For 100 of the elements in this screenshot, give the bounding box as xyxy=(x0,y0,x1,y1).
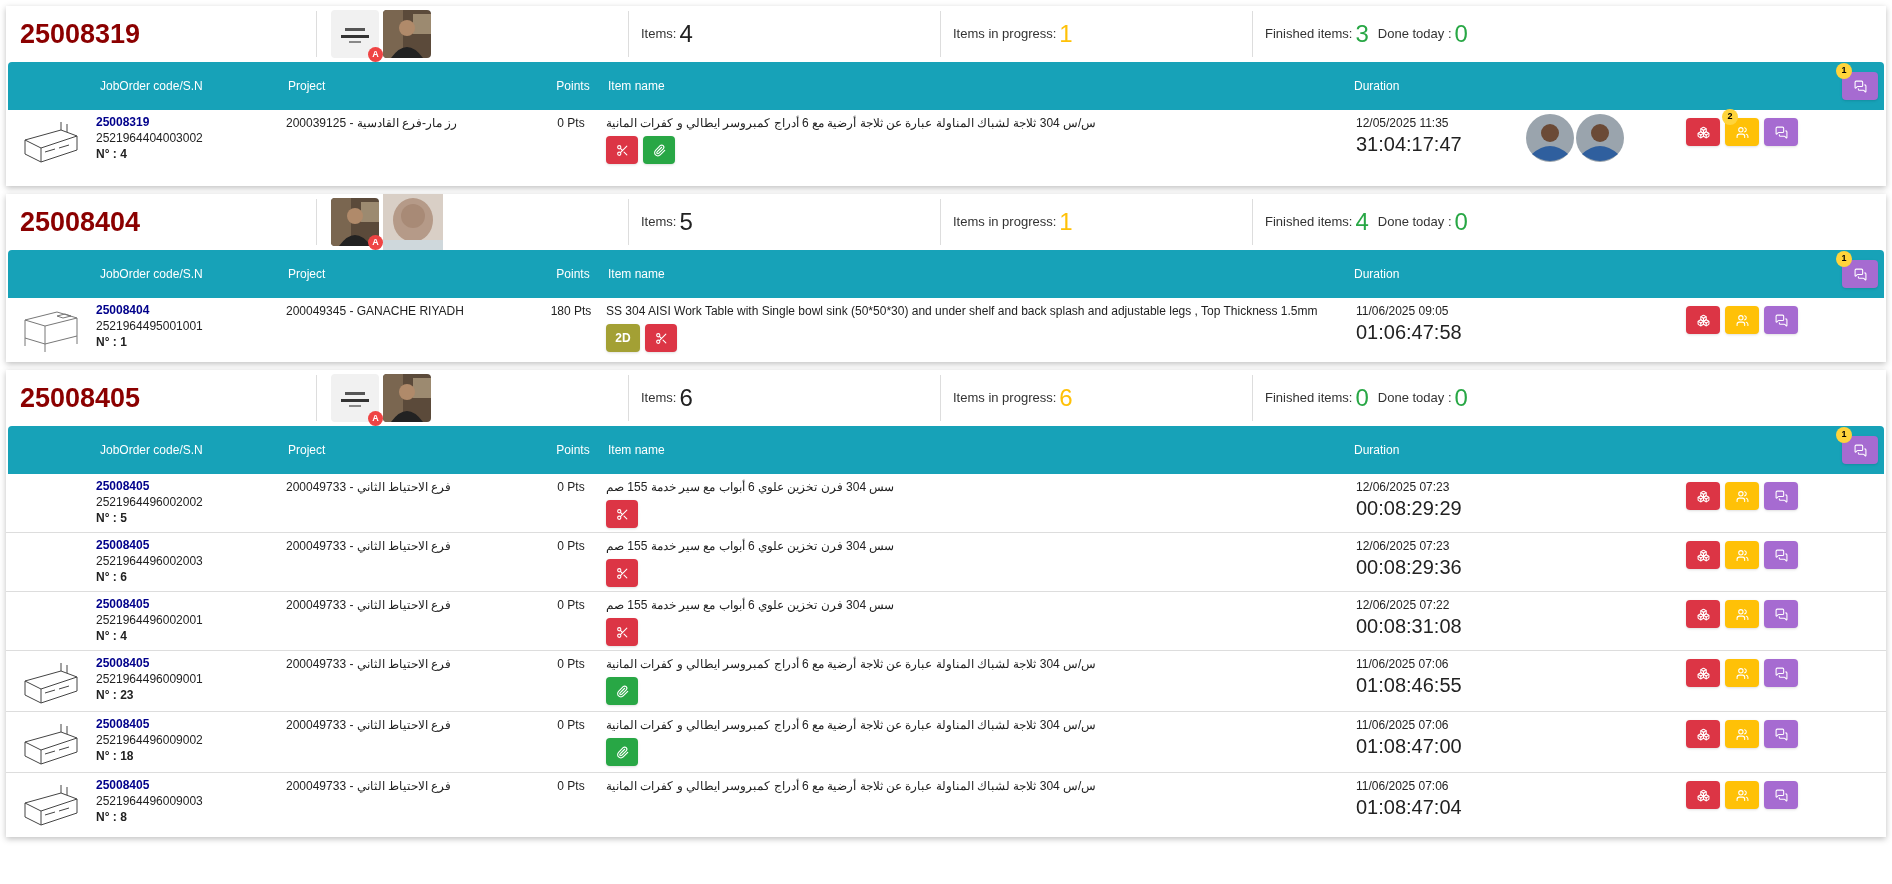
project-name: 200049345 - GANACHE RIYADH xyxy=(286,303,465,320)
cut-button[interactable] xyxy=(606,559,638,587)
points: 0 Pts xyxy=(556,115,586,132)
duration: 01:08:47:00 xyxy=(1356,734,1463,758)
job-code: 25008404 xyxy=(19,205,142,239)
status-badge: A xyxy=(368,47,383,62)
users-icon xyxy=(1735,727,1749,741)
items-count: 4 xyxy=(679,19,693,49)
count-badge: 1 xyxy=(1836,427,1852,443)
serial-number: 2521964404003002 xyxy=(96,130,204,146)
item-name: سس 304 فرن تخزين علوي 6 أبواب مع سير خدمة 155 صم xyxy=(606,479,896,496)
assign-button[interactable] xyxy=(1686,659,1720,687)
today-count: 0 xyxy=(1454,207,1468,237)
serial-number: 2521964496009001 xyxy=(96,671,204,687)
column-header: Duration xyxy=(1354,266,1401,283)
scissors-icon xyxy=(615,625,629,639)
chat-button[interactable] xyxy=(1764,541,1798,569)
points: 0 Pts xyxy=(556,778,586,795)
finished-count: 3 xyxy=(1355,19,1369,49)
duration: 00:08:29:36 xyxy=(1356,555,1463,579)
cut-button[interactable] xyxy=(645,324,677,352)
item-number: N° : 23 xyxy=(96,687,135,703)
today-label: Done today : xyxy=(1377,213,1452,232)
chat-button[interactable] xyxy=(1764,482,1798,510)
users-icon xyxy=(1735,489,1749,503)
cut-button[interactable] xyxy=(606,136,638,164)
job-order-link[interactable]: 25008404 xyxy=(96,302,286,318)
job-order-link[interactable]: 25008405 xyxy=(96,537,286,553)
today-count: 0 xyxy=(1454,19,1468,49)
assign-button[interactable] xyxy=(1686,600,1720,628)
item-name: سس 304 فرن تخزين علوي 6 أبواب مع سير خدمة 155 صم xyxy=(606,597,896,614)
scissors-icon xyxy=(615,507,629,521)
job-code: 25008319 xyxy=(19,17,142,51)
chat-icon xyxy=(1774,666,1788,680)
items-count: 5 xyxy=(679,207,693,237)
assign-button[interactable] xyxy=(1686,541,1720,569)
column-header: Item name xyxy=(608,78,666,95)
start-time: 12/06/2025 07:23 xyxy=(1356,479,1451,496)
progress-count: 6 xyxy=(1059,383,1073,413)
progress-count: 1 xyxy=(1059,19,1073,49)
cubes-icon xyxy=(1696,666,1710,680)
start-time: 12/06/2025 07:22 xyxy=(1356,597,1451,614)
count-badge: 2 xyxy=(1722,109,1738,125)
chat-button[interactable] xyxy=(1842,72,1878,100)
start-time: 12/06/2025 07:23 xyxy=(1356,538,1451,555)
chat-button[interactable] xyxy=(1842,260,1878,288)
serial-number: 2521964495001001 xyxy=(96,318,204,334)
points: 0 Pts xyxy=(556,717,586,734)
assign-button[interactable] xyxy=(1686,118,1720,146)
assign-button[interactable] xyxy=(1686,306,1720,334)
status-badge: A xyxy=(368,235,383,250)
cut-button[interactable] xyxy=(606,500,638,528)
status-badge: A xyxy=(368,411,383,426)
chat-button[interactable] xyxy=(1842,436,1878,464)
points: 0 Pts xyxy=(556,538,586,555)
today-count: 0 xyxy=(1454,383,1468,413)
job-order-link[interactable]: 25008405 xyxy=(96,596,286,612)
item-number: N° : 6 xyxy=(96,569,128,585)
chat-button[interactable] xyxy=(1764,659,1798,687)
assign-button[interactable] xyxy=(1686,482,1720,510)
attachment-button[interactable] xyxy=(643,136,675,164)
finished-count: 4 xyxy=(1355,207,1369,237)
progress-label: Items in progress: xyxy=(953,25,1057,44)
cut-button[interactable] xyxy=(606,618,638,646)
items-label: Items: xyxy=(641,389,677,408)
today-label: Done today : xyxy=(1377,25,1452,44)
column-header: JobOrder code/S.N xyxy=(99,266,204,283)
column-header: Duration xyxy=(1354,78,1401,95)
chat-icon xyxy=(1853,79,1867,93)
chat-button[interactable] xyxy=(1764,306,1798,334)
users-icon xyxy=(1735,125,1749,139)
job-order-link[interactable]: 25008319 xyxy=(96,114,286,130)
progress-label: Items in progress: xyxy=(953,213,1057,232)
chat-button[interactable] xyxy=(1764,600,1798,628)
items-label: Items: xyxy=(641,25,677,44)
finished-label: Finished items: xyxy=(1265,25,1353,44)
chat-button[interactable] xyxy=(1764,720,1798,748)
project-name: 200049733 - فرع الاحتياط الثاني xyxy=(286,479,453,496)
scissors-icon xyxy=(654,331,668,345)
attachment-button[interactable] xyxy=(606,677,638,705)
attachment-button[interactable] xyxy=(606,738,638,766)
paperclip-icon xyxy=(652,143,666,157)
start-time: 11/06/2025 09:05 xyxy=(1356,303,1450,320)
assign-button[interactable] xyxy=(1686,720,1720,748)
users-icon xyxy=(1735,788,1749,802)
chat-button[interactable] xyxy=(1764,781,1798,809)
job-order-link[interactable]: 25008405 xyxy=(96,777,286,793)
column-header: Points xyxy=(555,266,591,283)
users-icon xyxy=(1735,607,1749,621)
items-count: 6 xyxy=(679,383,693,413)
job-order-link[interactable]: 25008405 xyxy=(96,478,286,494)
paperclip-icon xyxy=(615,745,629,759)
users-icon xyxy=(1735,313,1749,327)
job-order-link[interactable]: 25008405 xyxy=(96,716,286,732)
chat-icon xyxy=(1774,607,1788,621)
assign-button[interactable] xyxy=(1686,781,1720,809)
serial-number: 2521964496009002 xyxy=(96,732,204,748)
job-order-link[interactable]: 25008405 xyxy=(96,655,286,671)
cubes-icon xyxy=(1696,313,1710,327)
chat-button[interactable] xyxy=(1764,118,1798,146)
